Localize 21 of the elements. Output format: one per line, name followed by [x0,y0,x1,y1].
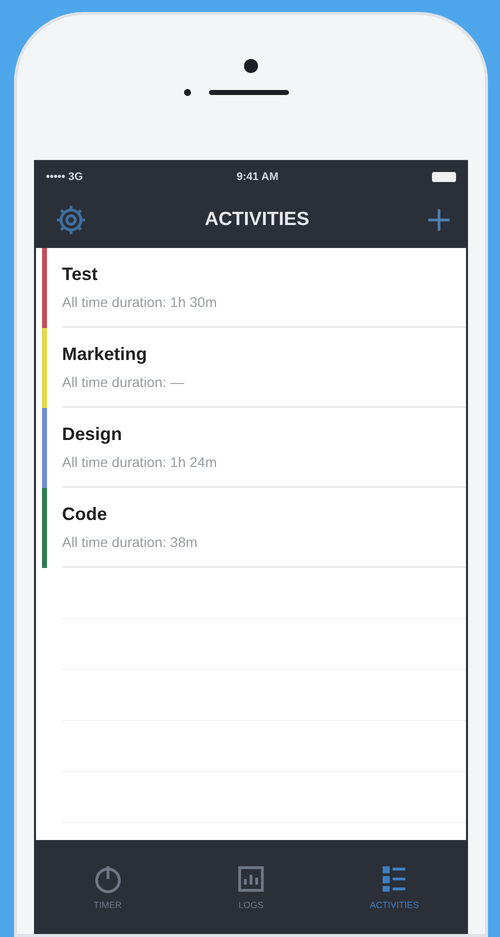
activity-duration: All time duration: — [62,374,186,390]
carrier-signal: ••••• 3G [46,171,83,183]
activity-row[interactable]: Code All time duration: 38m [42,488,466,568]
activity-name: Design [62,424,124,445]
activity-row[interactable]: Design All time duration: 1h 24m [42,408,466,488]
activity-row[interactable]: Marketing All time duration: — [42,328,466,408]
settings-icon[interactable] [54,203,88,237]
screen-title: ACTIVITIES [204,209,310,231]
add-icon[interactable] [426,207,452,233]
activity-name: Test [62,264,99,285]
activity-name: Code [62,504,108,525]
activity-row[interactable]: Test All time duration: 1h 30m [42,248,466,328]
battery-icon [432,172,456,182]
status-time: 9:41 AM [236,171,278,183]
camera-icon [244,59,258,73]
activity-duration: All time duration: 1h 24m [62,454,218,470]
sensor-icon [184,89,190,96]
activity-duration: All time duration: 38m [62,534,198,550]
activity-duration: All time duration: 1h 30m [62,294,218,310]
speaker-icon [208,90,288,95]
activity-name: Marketing [62,344,148,365]
